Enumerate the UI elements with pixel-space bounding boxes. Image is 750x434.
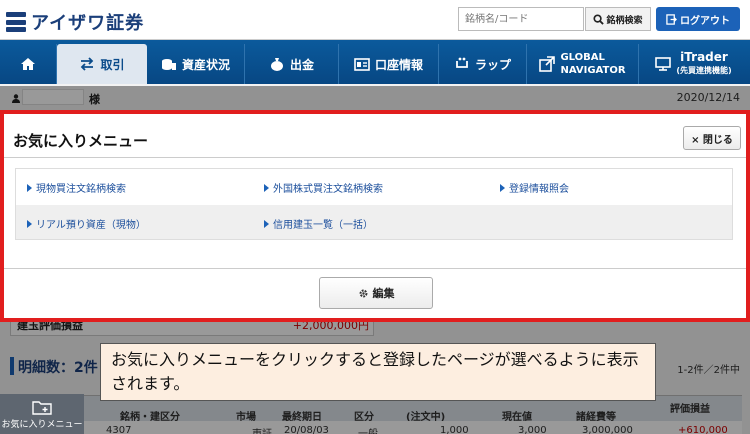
- arrow-right-icon: [27, 183, 32, 192]
- search-button-label: 銘柄検索: [606, 15, 643, 26]
- brand-mark-icon: [6, 12, 26, 32]
- idcard-icon: [354, 57, 370, 71]
- wrap-icon: [456, 57, 468, 68]
- link-label: 現物買注文銘柄検索: [36, 184, 126, 195]
- nav-trade-label: 取引: [100, 57, 125, 72]
- edit-label: 編集: [372, 287, 395, 300]
- favorite-menu-tab[interactable]: お気に入りメニュー: [0, 394, 84, 434]
- external-link-icon: [539, 56, 556, 72]
- arrow-right-icon: [264, 219, 269, 228]
- link-label: 外国株式買注文銘柄検索: [273, 184, 383, 195]
- nav-global-line1: GLOBAL: [560, 52, 605, 63]
- favorite-links: 現物買注文銘柄検索 外国株式買注文銘柄検索 登録情報照会 リアル預り資産（現物）…: [15, 168, 733, 240]
- nav-itrader[interactable]: iTrader (先買連携機能): [639, 44, 748, 84]
- modal-title: お気に入りメニュー: [13, 132, 149, 150]
- search-icon: [593, 13, 605, 25]
- nav-assets[interactable]: 資産状況: [147, 44, 245, 84]
- favorite-menu-modal: お気に入りメニュー × 閉じる 現物買注文銘柄検索 外国株式買注文銘柄検索 登録…: [0, 110, 750, 322]
- arrow-right-icon: [264, 183, 269, 192]
- moneybag-icon: [270, 58, 283, 71]
- folder-add-icon: [32, 401, 52, 415]
- nav-withdraw-label: 出金: [289, 57, 314, 72]
- top-header: アイザワ証券 銘柄検索 ログアウト: [0, 0, 750, 40]
- logout-button[interactable]: ログアウト: [656, 7, 740, 31]
- explanation-caption: お気に入りメニューをクリックすると登録したページが選べるように表示されます。: [100, 343, 656, 401]
- arrow-right-icon: [500, 183, 505, 192]
- stock-search-input[interactable]: [458, 7, 584, 31]
- arrow-right-icon: [27, 219, 32, 228]
- favorite-links-row: リアル預り資産（現物） 信用建玉一覧（一括）: [16, 205, 732, 239]
- brand-name: アイザワ証券: [31, 13, 145, 34]
- link-foreign-buy-search[interactable]: 外国株式買注文銘柄検索: [264, 180, 383, 195]
- link-real-assets[interactable]: リアル預り資産（現物）: [27, 216, 146, 231]
- modal-divider: [4, 157, 746, 158]
- link-label: 信用建玉一覧（一括）: [273, 220, 373, 231]
- brand-logo[interactable]: アイザワ証券: [6, 9, 144, 35]
- monitor-icon: [655, 57, 672, 71]
- home-icon: [21, 58, 35, 70]
- gear-icon: [359, 289, 367, 297]
- transfer-icon: [81, 57, 94, 71]
- nav-wrap-label: ラップ: [474, 57, 511, 72]
- logout-icon: [666, 13, 677, 25]
- stock-search-button[interactable]: 銘柄検索: [585, 7, 651, 31]
- close-button[interactable]: × 閉じる: [683, 126, 741, 150]
- favorite-links-row: 現物買注文銘柄検索 外国株式買注文銘柄検索 登録情報照会: [16, 169, 732, 203]
- nav-itrader-label: iTrader (先買連携機能): [676, 51, 731, 77]
- coins-icon: [161, 59, 176, 70]
- nav-account-label: 口座情報: [374, 57, 423, 72]
- nav-global-navigator[interactable]: GLOBAL NAVIGATOR: [527, 44, 639, 84]
- nav-account[interactable]: 口座情報: [339, 44, 439, 84]
- nav-home[interactable]: [5, 44, 57, 84]
- link-label: リアル預り資産（現物）: [36, 220, 146, 231]
- link-label: 登録情報照会: [509, 184, 569, 195]
- link-margin-positions[interactable]: 信用建玉一覧（一括）: [264, 216, 373, 231]
- nav-global-line2: NAVIGATOR: [560, 65, 626, 76]
- nav-global-label: GLOBAL NAVIGATOR: [560, 51, 625, 77]
- nav-itrader-line1: iTrader: [680, 50, 728, 64]
- link-registration-info[interactable]: 登録情報照会: [500, 180, 569, 195]
- modal-divider: [4, 268, 746, 269]
- favorite-tab-label: お気に入りメニュー: [1, 420, 83, 430]
- nav-assets-label: 資産状況: [181, 57, 230, 72]
- edit-button[interactable]: 編集: [319, 277, 433, 309]
- logout-label: ログアウト: [680, 15, 730, 27]
- link-spot-buy-search[interactable]: 現物買注文銘柄検索: [27, 180, 126, 195]
- main-nav: 取引 資産状況 出金 口座情報 ラップ GLOBAL NAVIGATOR iTr…: [0, 40, 750, 84]
- nav-withdraw[interactable]: 出金: [245, 44, 339, 84]
- nav-trade[interactable]: 取引: [57, 44, 147, 84]
- nav-wrap[interactable]: ラップ: [439, 44, 527, 84]
- nav-itrader-line2: (先買連携機能): [676, 66, 732, 75]
